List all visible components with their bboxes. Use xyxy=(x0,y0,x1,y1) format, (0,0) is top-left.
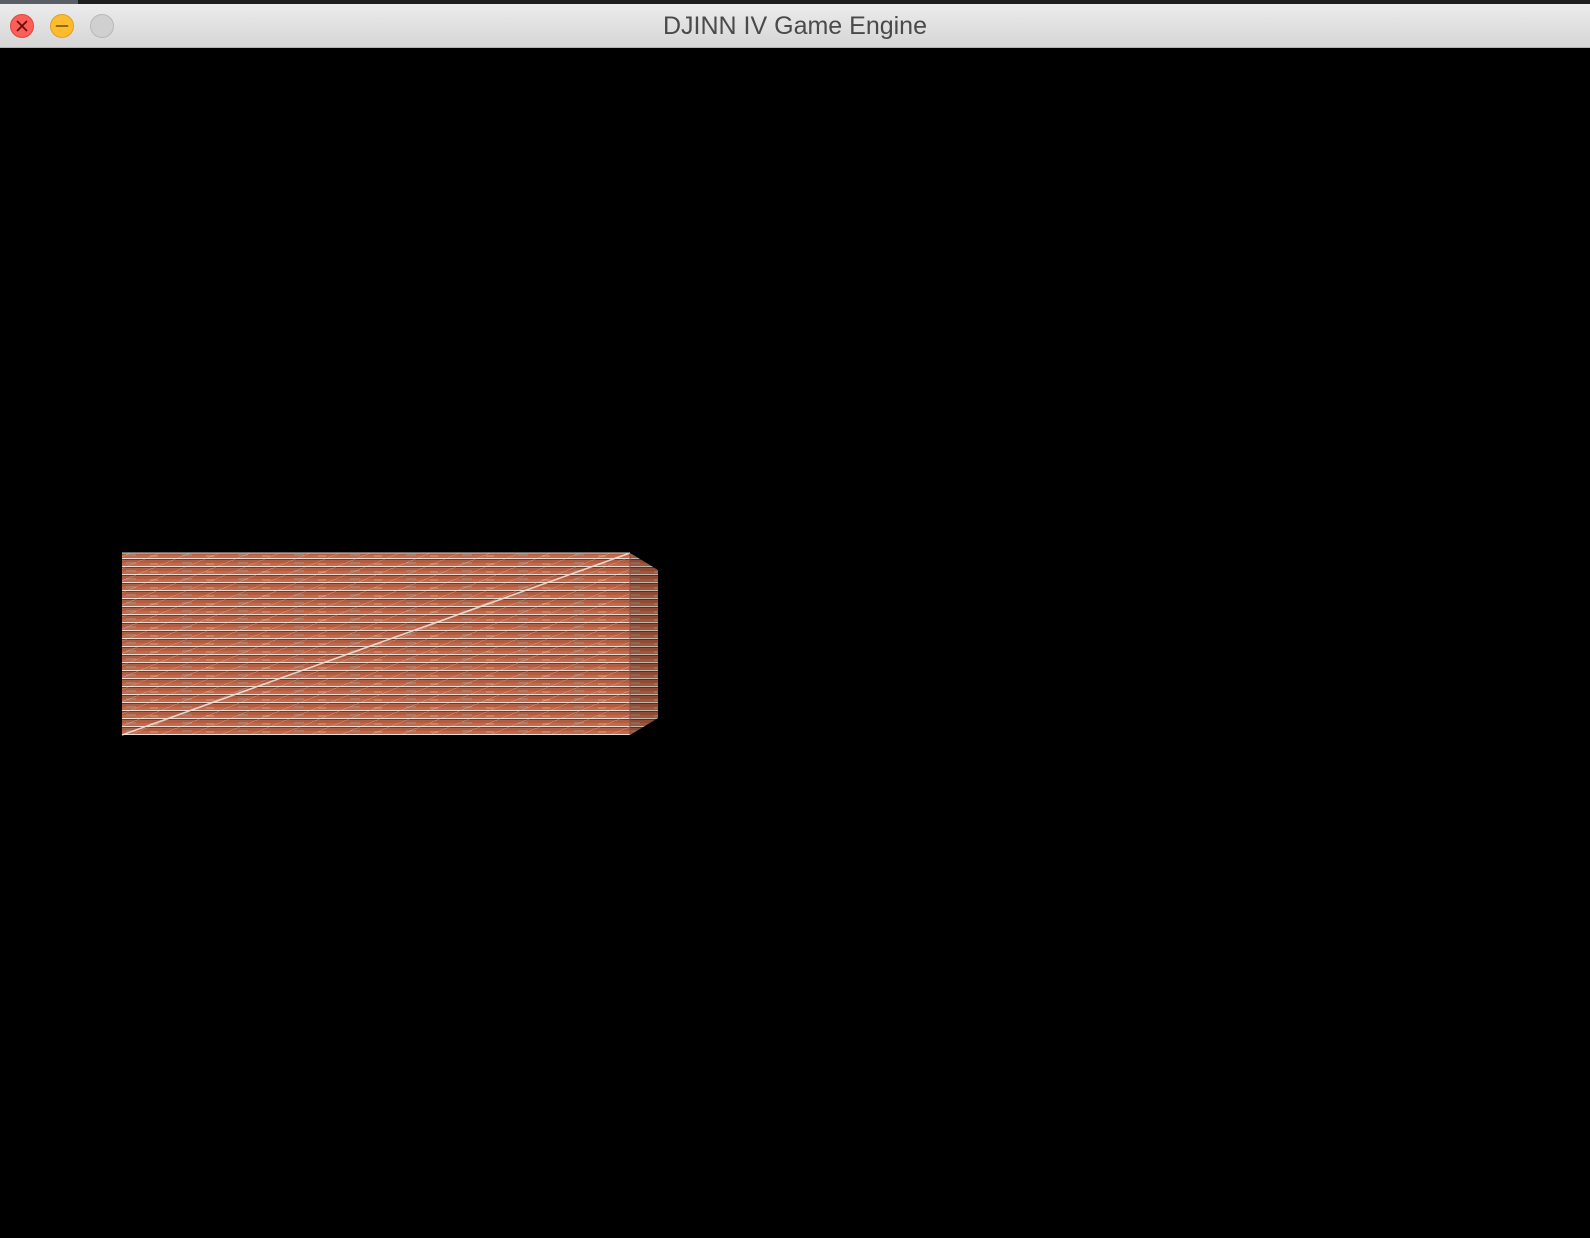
game-window: DJINN IV Game Engine xyxy=(0,0,1590,1238)
scene-canvas xyxy=(121,552,658,736)
render-viewport[interactable] xyxy=(0,48,1590,1238)
title-bar[interactable]: DJINN IV Game Engine xyxy=(0,4,1590,48)
window-title: DJINN IV Game Engine xyxy=(663,12,927,40)
brick-box xyxy=(121,552,658,736)
